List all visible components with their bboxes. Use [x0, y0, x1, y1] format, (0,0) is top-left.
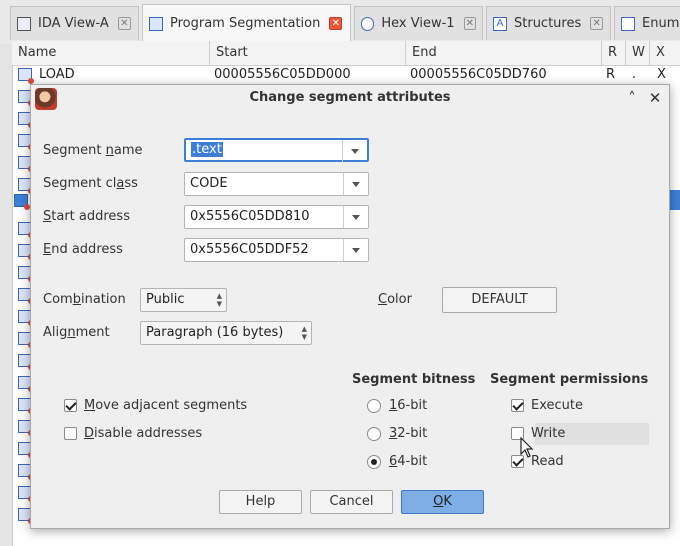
tab-label: Hex View-1 [381, 16, 455, 31]
combination-label: Combination [43, 292, 126, 307]
row-end: 00005556C05DD760 [410, 67, 547, 82]
color-label: Color [378, 292, 412, 307]
segmentation-icon [149, 16, 163, 31]
row-x: X [657, 67, 666, 82]
close-icon[interactable]: ✕ [646, 88, 664, 108]
read-label[interactable]: Read [531, 454, 564, 469]
end-address-label: End address [43, 242, 123, 257]
combination-value: Public [146, 292, 185, 307]
tab-label: Program Segmentation [170, 16, 321, 31]
segment-icon [14, 194, 30, 210]
segment-class-combo[interactable]: CODE [184, 172, 369, 196]
end-address-value: 0x5556C05DDF52 [190, 242, 309, 257]
column-header-x[interactable]: X [650, 41, 680, 65]
chevron-down-icon[interactable] [343, 206, 368, 228]
tab-structures[interactable]: A Structures ✕ [486, 6, 611, 40]
tab-ida-view-a[interactable]: IDA View-A ✕ [10, 6, 139, 40]
tab-label: IDA View-A [38, 16, 109, 31]
row-start: 00005556C05DD000 [214, 67, 351, 82]
tab-label: Structures [514, 16, 582, 31]
cancel-button[interactable]: Cancel [310, 490, 393, 514]
left-gutter [0, 44, 13, 546]
structures-icon: A [493, 16, 507, 31]
row-w: . [632, 67, 637, 82]
mouse-cursor-icon [520, 437, 534, 458]
tab-hex-view-1[interactable]: Hex View-1 ✕ [354, 6, 483, 40]
bitness-32-label[interactable]: 32-bit [389, 426, 427, 441]
color-default-button[interactable]: DEFAULT [442, 287, 557, 313]
segment-name-label: Segment name [43, 143, 143, 158]
close-icon[interactable]: ✕ [590, 17, 604, 30]
dialog-title: Change segment attributes [249, 90, 451, 105]
enums-icon [621, 16, 635, 31]
help-button[interactable]: Help [219, 490, 302, 514]
segment-class-value: CODE [190, 176, 228, 191]
chevron-down-icon[interactable] [342, 140, 367, 162]
hex-view-icon [361, 16, 375, 31]
tab-enums[interactable]: Enum [614, 6, 680, 40]
bitness-64-radio[interactable] [367, 455, 381, 469]
row-name: LOAD [39, 67, 75, 82]
collapse-icon[interactable]: ˄ [623, 88, 641, 108]
column-header-start[interactable]: Start [210, 41, 406, 65]
segment-permissions-title: Segment permissions [490, 372, 649, 387]
segment-name-value: .text [191, 142, 223, 157]
segment-table-header: Name Start End R W X [12, 41, 680, 66]
move-adjacent-checkbox[interactable] [64, 399, 77, 412]
segment-bitness-title: Segment bitness [352, 372, 476, 387]
start-address-label: Start address [43, 209, 130, 224]
selected-row-highlight [669, 190, 680, 210]
start-address-value: 0x5556C05DD810 [190, 209, 310, 224]
bitness-16-radio[interactable] [367, 399, 381, 413]
tab-label: Enum [642, 16, 680, 31]
close-icon[interactable]: ✕ [463, 17, 476, 30]
dialog-titlebar[interactable]: Change segment attributes ˄ ✕ [31, 85, 669, 111]
segment-name-combo[interactable]: .text [184, 138, 369, 162]
alignment-label: Alignment [43, 325, 110, 340]
execute-label[interactable]: Execute [531, 398, 583, 413]
bitness-32-radio[interactable] [367, 427, 381, 441]
ida-view-icon [17, 16, 31, 31]
chevron-down-icon[interactable] [343, 173, 368, 195]
close-icon[interactable]: ✕ [329, 17, 343, 30]
disable-addresses-label[interactable]: Disable addresses [84, 426, 202, 441]
segment-class-label: Segment class [43, 176, 138, 191]
start-address-combo[interactable]: 0x5556C05DD810 [184, 205, 369, 229]
tab-bar: IDA View-A ✕ Program Segmentation ✕ Hex … [0, 0, 680, 45]
combination-select[interactable]: Public ▲ ▼ [140, 288, 227, 312]
column-header-name[interactable]: Name [12, 41, 210, 65]
segment-icon [18, 68, 34, 84]
tab-program-segmentation[interactable]: Program Segmentation ✕ [142, 4, 351, 42]
chevron-down-icon[interactable] [343, 239, 368, 261]
move-adjacent-label[interactable]: Move adjacent segments [84, 398, 247, 413]
disable-addresses-checkbox[interactable] [64, 427, 77, 440]
alignment-select[interactable]: Paragraph (16 bytes) ▲ ▼ [140, 321, 312, 345]
execute-checkbox[interactable] [511, 399, 524, 412]
bitness-16-label[interactable]: 16-bit [389, 398, 427, 413]
updown-arrows-icon: ▲ ▼ [216, 292, 222, 308]
ok-button[interactable]: OK [401, 490, 484, 514]
write-label[interactable]: Write [531, 426, 565, 441]
end-address-combo[interactable]: 0x5556C05DDF52 [184, 238, 369, 262]
column-header-w[interactable]: W [626, 41, 650, 65]
updown-arrows-icon: ▲ ▼ [301, 325, 307, 341]
table-row[interactable]: LOAD 00005556C05DD000 00005556C05DD760 R… [12, 65, 680, 85]
close-icon[interactable]: ✕ [117, 17, 131, 30]
alignment-value: Paragraph (16 bytes) [146, 325, 284, 340]
column-header-r[interactable]: R [602, 41, 626, 65]
bitness-64-label[interactable]: 64-bit [389, 454, 427, 469]
column-header-end[interactable]: End [406, 41, 602, 65]
row-r: R [606, 67, 616, 82]
change-segment-attributes-dialog: Change segment attributes ˄ ✕ Segment na… [30, 84, 670, 529]
